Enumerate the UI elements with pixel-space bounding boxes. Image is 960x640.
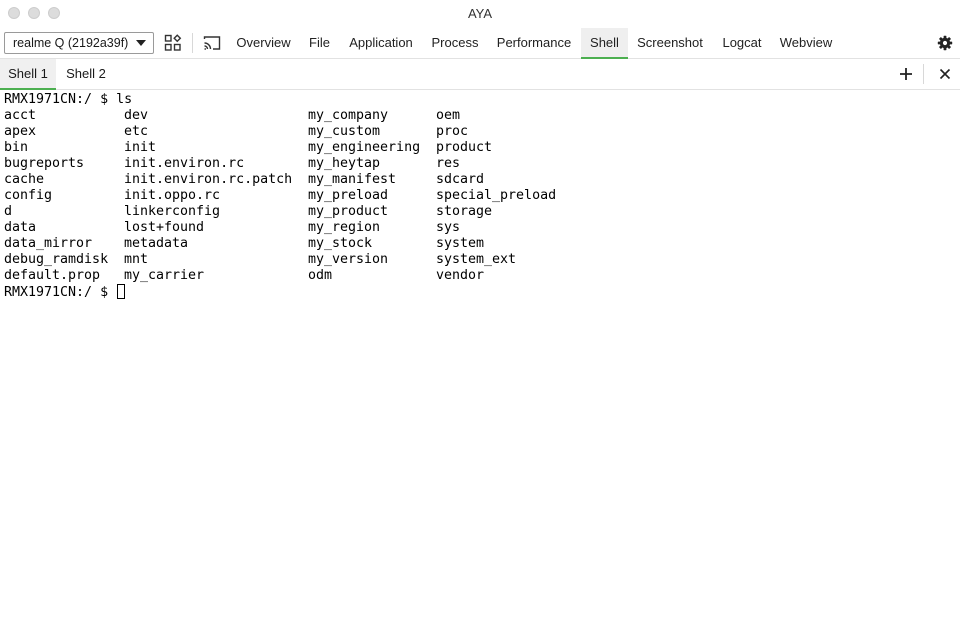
listing-entry: debug_ramdisk xyxy=(4,252,109,267)
listing-entry: data xyxy=(4,220,37,235)
listing-entry: my_custom xyxy=(308,124,381,139)
listing-entry: bugreports xyxy=(4,156,85,171)
shell-tab-bar: Shell 1 Shell 2 xyxy=(0,59,960,90)
tab-shell-1[interactable]: Shell 1 xyxy=(0,59,56,90)
tab-logcat[interactable]: Logcat xyxy=(716,28,768,58)
listing-entry: my_carrier xyxy=(124,268,205,283)
close-icon[interactable] xyxy=(934,63,956,85)
tab-shell-2[interactable]: Shell 2 xyxy=(60,59,112,89)
tab-performance[interactable]: Performance xyxy=(492,28,576,58)
listing-entry: my_company xyxy=(308,108,389,123)
listing-entry: vendor xyxy=(436,268,485,283)
ls-listing: acct dev my_company oem apex etc my_custom proc… xyxy=(4,108,556,284)
listing-entry: apex xyxy=(4,124,37,139)
toolbar-divider xyxy=(192,33,193,53)
listing-entry: my_stock xyxy=(308,236,373,251)
listing-entry: oem xyxy=(436,108,461,123)
tab-overview[interactable]: Overview xyxy=(230,28,297,58)
device-select-value: realme Q (2192a39f) xyxy=(13,36,129,50)
listing-entry: res xyxy=(436,156,461,171)
tab-screenshot[interactable]: Screenshot xyxy=(632,28,708,58)
listing-row: data_mirror metadata my_stock system xyxy=(4,236,484,252)
tab-application[interactable]: Application xyxy=(342,28,420,58)
listing-entry: init.oppo.rc xyxy=(124,188,221,203)
gear-icon[interactable] xyxy=(934,32,956,54)
listing-entry: special_preload xyxy=(436,188,557,203)
listing-entry: cache xyxy=(4,172,45,187)
listing-row: debug_ramdisk mnt my_version system_ext xyxy=(4,252,516,268)
listing-entry: my_engineering xyxy=(308,140,421,155)
listing-entry: d xyxy=(4,204,13,219)
listing-entry: sdcard xyxy=(436,172,485,187)
listing-row: cache init.environ.rc.patch my_manifest sdc… xyxy=(4,172,484,188)
listing-entry: my_manifest xyxy=(308,172,397,187)
plus-icon[interactable] xyxy=(895,63,917,85)
listing-entry: init xyxy=(124,140,157,155)
apps-icon[interactable] xyxy=(162,32,184,54)
listing-row: default.prop my_carrier odm vendor xyxy=(4,268,484,284)
tab-shell[interactable]: Shell xyxy=(581,28,628,59)
tab-file[interactable]: File xyxy=(302,28,337,58)
listing-entry: metadata xyxy=(124,236,189,251)
listing-row: config init.oppo.rc my_preload special_prel… xyxy=(4,188,556,204)
listing-entry: bin xyxy=(4,140,29,155)
listing-entry: odm xyxy=(308,268,333,283)
chevron-down-icon xyxy=(136,40,146,46)
listing-entry: etc xyxy=(124,124,149,139)
listing-entry: sys xyxy=(436,220,461,235)
tab-process[interactable]: Process xyxy=(426,28,484,58)
listing-entry: my_region xyxy=(308,220,381,235)
window-title: AYA xyxy=(467,6,493,21)
listing-entry: default.prop xyxy=(4,268,101,283)
listing-entry: init.environ.rc xyxy=(124,156,245,171)
listing-row: acct dev my_company oem xyxy=(4,108,460,124)
listing-entry: system_ext xyxy=(436,252,517,267)
terminal-cursor xyxy=(117,284,126,299)
listing-entry: dev xyxy=(124,108,149,123)
cast-icon[interactable] xyxy=(201,32,223,54)
listing-entry: proc xyxy=(436,124,469,139)
listing-entry: system xyxy=(436,236,485,251)
listing-row: d linkerconfig my_product storage xyxy=(4,204,492,220)
listing-entry: linkerconfig xyxy=(124,204,221,219)
terminal-prompt: RMX1971CN:/ $ xyxy=(4,92,117,107)
terminal-command-line: RMX1971CN:/ $ ls xyxy=(4,92,132,108)
listing-entry: my_heytap xyxy=(308,156,381,171)
shell-tab-divider xyxy=(923,64,924,84)
listing-row: bin init my_engineering product xyxy=(4,140,492,156)
listing-entry: my_preload xyxy=(308,188,389,203)
terminal-input-line[interactable]: RMX1971CN:/ $ xyxy=(4,284,132,300)
listing-entry: mnt xyxy=(124,252,149,267)
title-bar: AYA xyxy=(0,0,960,28)
listing-entry: init.environ.rc.patch xyxy=(124,172,293,187)
tab-webview[interactable]: Webview xyxy=(776,28,836,58)
main-toolbar: realme Q (2192a39f) Overview File Applic… xyxy=(0,28,960,59)
listing-entry: lost+found xyxy=(124,220,205,235)
terminal-prompt: RMX1971CN:/ $ xyxy=(4,285,117,300)
listing-row: apex etc my_custom proc xyxy=(4,124,468,140)
listing-entry: my_version xyxy=(308,252,389,267)
listing-entry: product xyxy=(436,140,493,155)
device-select[interactable]: realme Q (2192a39f) xyxy=(4,32,154,54)
terminal-output[interactable]: RMX1971CN:/ $ ls acct dev my_company oem ape… xyxy=(4,92,556,300)
listing-entry: acct xyxy=(4,108,37,123)
terminal-command: ls xyxy=(116,92,133,107)
listing-row: data lost+found my_region sys xyxy=(4,220,460,236)
listing-entry: config xyxy=(4,188,53,203)
listing-row: bugreports init.environ.rc my_heytap res xyxy=(4,156,460,172)
listing-entry: storage xyxy=(436,204,493,219)
listing-entry: data_mirror xyxy=(4,236,93,251)
listing-entry: my_product xyxy=(308,204,389,219)
